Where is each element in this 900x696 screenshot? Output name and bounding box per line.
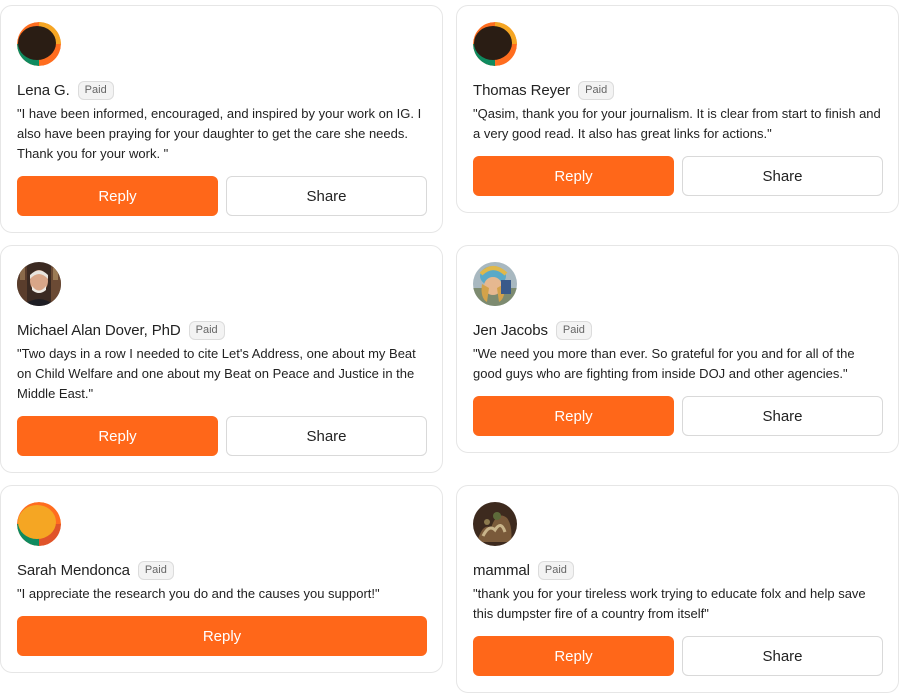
comment-text: "Two days in a row I needed to cite Let'… [17, 346, 416, 401]
commenter-row: Lena G. Paid [17, 79, 114, 101]
paid-badge: Paid [537, 560, 574, 580]
paid-badge: Paid [77, 80, 114, 100]
comment-text: "I have been informed, encouraged, and i… [17, 106, 422, 161]
avatar[interactable] [17, 22, 61, 66]
commenter-row: Jen Jacobs Paid [473, 319, 592, 341]
commenter-name[interactable]: Lena G. [17, 82, 70, 99]
commenter-row: Thomas Reyer Paid [473, 79, 615, 101]
commenter-name[interactable]: Sarah Mendonca [17, 562, 130, 579]
comment-card: Sarah Mendonca Paid "I appreciate the re… [0, 485, 443, 673]
share-button[interactable]: Share [682, 156, 883, 196]
commenter-name[interactable]: mammal [473, 562, 530, 579]
reply-button[interactable]: Reply [473, 156, 674, 196]
share-button[interactable]: Share [682, 396, 883, 436]
comment-text: "I appreciate the research you do and th… [17, 586, 380, 601]
avatar[interactable] [473, 22, 517, 66]
share-button[interactable]: Share [682, 636, 883, 676]
reply-button[interactable]: Reply [473, 636, 674, 676]
comment-card: mammal Paid "thank you for your tireless… [456, 485, 899, 693]
comment-card: Jen Jacobs Paid "We need you more than e… [456, 245, 899, 453]
photo-avatar-icon [17, 262, 61, 306]
share-button[interactable]: Share [226, 176, 427, 216]
commenter-row: Sarah Mendonca Paid [17, 559, 174, 581]
paid-badge: Paid [555, 320, 592, 340]
reply-button[interactable]: Reply [473, 396, 674, 436]
comment-card: Thomas Reyer Paid "Qasim, thank you for … [456, 5, 899, 213]
avatar[interactable] [473, 262, 517, 306]
photo-avatar-icon [473, 262, 517, 306]
paid-badge: Paid [137, 560, 174, 580]
commenter-row: mammal Paid [473, 559, 574, 581]
reply-button[interactable]: Reply [17, 616, 427, 656]
comment-text: "thank you for your tireless work trying… [473, 586, 866, 621]
paid-badge: Paid [188, 320, 225, 340]
avatar[interactable] [17, 262, 61, 306]
yellow-circle-avatar-icon [17, 502, 61, 546]
orange-circle-avatar-icon [17, 22, 61, 66]
commenter-name[interactable]: Jen Jacobs [473, 322, 548, 339]
commenter-name[interactable]: Thomas Reyer [473, 82, 570, 99]
orange-circle-avatar-icon [473, 22, 517, 66]
comment-text: "Qasim, thank you for your journalism. I… [473, 106, 881, 141]
photo-avatar-icon [473, 502, 517, 546]
avatar[interactable] [17, 502, 61, 546]
comment-text: "We need you more than ever. So grateful… [473, 346, 855, 381]
comment-card: Lena G. Paid "I have been informed, enco… [0, 5, 443, 233]
avatar[interactable] [473, 502, 517, 546]
commenter-name[interactable]: Michael Alan Dover, PhD [17, 322, 181, 339]
reply-button[interactable]: Reply [17, 176, 218, 216]
comment-card: Michael Alan Dover, PhD Paid "Two days i… [0, 245, 443, 473]
reply-button[interactable]: Reply [17, 416, 218, 456]
commenter-row: Michael Alan Dover, PhD Paid [17, 319, 225, 341]
share-button[interactable]: Share [226, 416, 427, 456]
paid-badge: Paid [578, 80, 615, 100]
